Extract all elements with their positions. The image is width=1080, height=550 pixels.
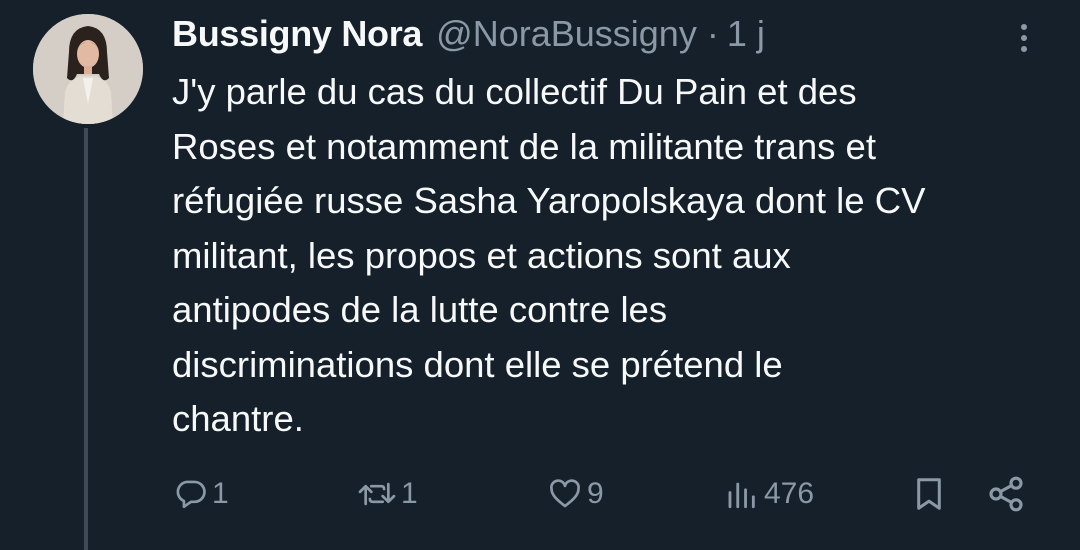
avatar[interactable] [33,14,143,124]
views-button[interactable]: 476 [724,468,814,520]
more-dot-icon [1021,35,1027,41]
profile-photo-icon [33,14,143,124]
tweet-text-line: discriminations dont elle se prétend le [172,343,783,385]
more-dot-icon [1021,46,1027,52]
tweet-text-line: réfugiée russe Sasha Yaropolskaya dont l… [172,180,926,221]
tweet-header: Bussigny Nora @NoraBussigny · 1 j [172,12,765,56]
tweet-text-line: J'y parle du cas du collectif Du Pain et… [172,71,857,112]
tweet-text: J'y parle du cas du collectif Du Pain et… [172,65,1062,447]
more-options-button[interactable] [1004,18,1044,58]
retweet-count: 1 [401,477,418,510]
reply-icon [176,480,206,509]
share-icon [989,476,1023,512]
more-dot-icon [1021,24,1027,30]
like-button[interactable]: 9 [547,468,604,520]
author-handle[interactable]: @NoraBussigny [436,12,697,56]
bookmark-button[interactable] [910,468,948,520]
heart-icon [550,479,580,508]
tweet-text-line: militant, les propos et actions sont aux [172,234,791,276]
retweet-button[interactable]: 1 [357,468,418,520]
header-separator: · [706,13,719,54]
retweet-icon [358,482,396,506]
views-count: 476 [764,477,815,510]
like-count: 9 [587,477,604,510]
tweet-timestamp[interactable]: 1 j [727,12,765,56]
reply-count: 1 [212,477,229,510]
tweet-text-line: Roses et notamment de la militante trans… [172,125,876,167]
tweet-text-line: antipodes de la lutte contre les [172,289,668,330]
tweet-actions-bar: 1 1 9 476 [0,468,1080,520]
tweet-text-line: chantre. [172,398,304,439]
reply-button[interactable]: 1 [174,468,229,520]
views-icon [728,482,755,509]
bookmark-icon [917,478,941,510]
share-button[interactable] [986,468,1026,520]
author-display-name[interactable]: Bussigny Nora [172,12,422,56]
